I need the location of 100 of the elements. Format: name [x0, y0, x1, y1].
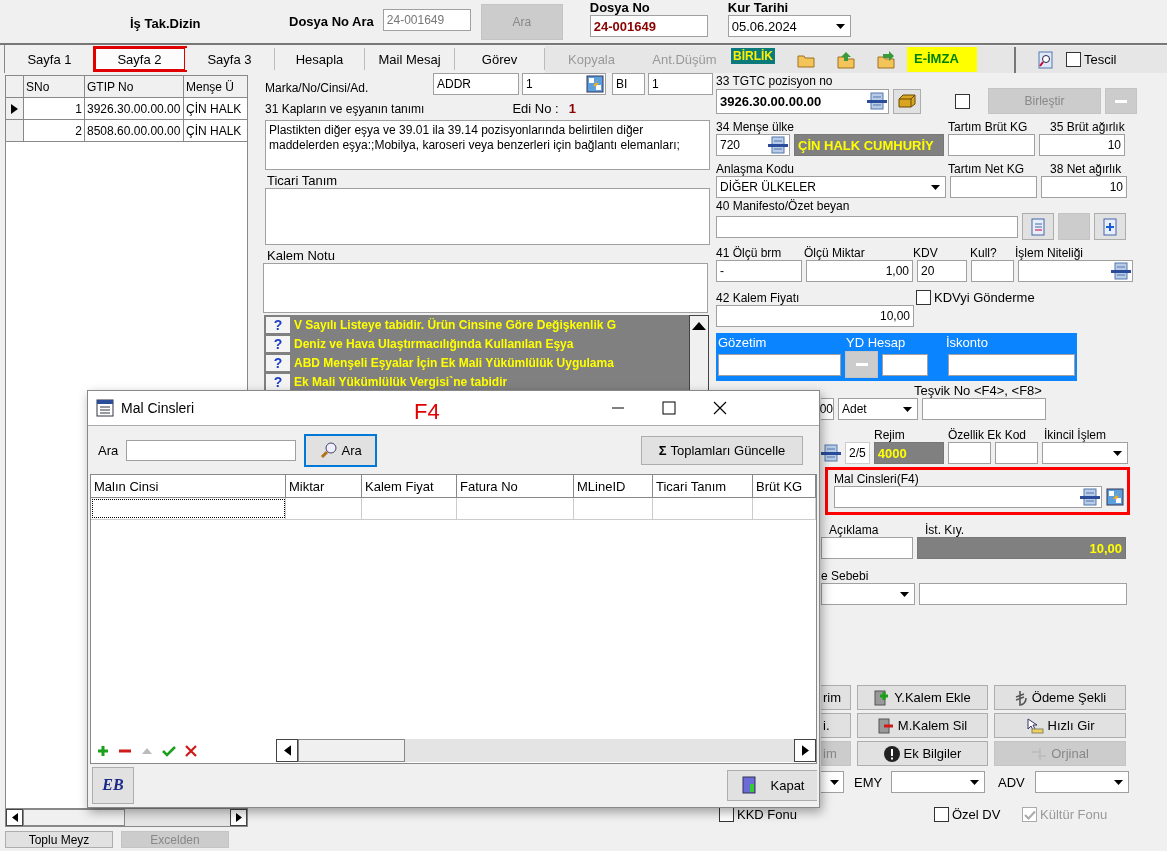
tab[interactable]: Sayfa 3: [185, 48, 275, 70]
scroll-right-arrow-icon[interactable]: [235, 813, 242, 822]
text-field[interactable]: 1: [648, 73, 713, 95]
dropdown-arrow-icon[interactable]: [900, 591, 909, 597]
tariff-code-field[interactable]: 3926.30.00.00.00: [716, 88, 889, 114]
list-icon[interactable]: [821, 444, 841, 462]
country-code-field[interactable]: 720: [716, 134, 790, 156]
dropdown-arrow-icon[interactable]: [931, 184, 940, 190]
scroll-left-arrow-icon[interactable]: [11, 813, 18, 822]
horizontal-scrollbar[interactable]: [6, 808, 247, 826]
net-weight-field[interactable]: 10: [1041, 176, 1127, 198]
column-header[interactable]: Ticari Tanım: [653, 475, 753, 497]
help-icon[interactable]: ?: [266, 335, 290, 352]
search-button[interactable]: Ara: [304, 433, 378, 467]
action-button[interactable]: Hızlı Gir: [994, 713, 1126, 738]
file-no-field[interactable]: 24-001649: [589, 15, 708, 37]
action-button[interactable]: rim: [821, 685, 851, 710]
add-document-button[interactable]: [1094, 213, 1126, 240]
explanation-field[interactable]: [821, 537, 913, 559]
extra-code-field[interactable]: [994, 442, 1038, 464]
incentive-field[interactable]: [922, 398, 1046, 420]
rate-date-dropdown[interactable]: 05.06.2024: [727, 15, 851, 37]
help-icon[interactable]: ?: [266, 373, 290, 390]
action-button[interactable]: M.Kalem Sil: [857, 713, 988, 738]
text-field[interactable]: BI: [612, 73, 645, 95]
column-header[interactable]: Fatura No: [457, 475, 574, 497]
e-signature-button[interactable]: E-İMZA: [907, 47, 977, 72]
yd-account-field[interactable]: [882, 353, 928, 376]
scroll-up-arrow-icon[interactable]: [692, 322, 706, 330]
text-field[interactable]: 1: [522, 73, 606, 95]
birlik-badge[interactable]: BİRLİK: [731, 48, 775, 64]
cancel-icon[interactable]: [185, 744, 197, 757]
discount-field[interactable]: [947, 353, 1075, 376]
net-scale-field[interactable]: [950, 176, 1037, 198]
action-button[interactable]: Y.Kalem Ekle: [857, 685, 988, 710]
file-search-field[interactable]: 24-001649: [382, 8, 471, 31]
scroll-right-arrow-icon[interactable]: [801, 745, 809, 756]
dropdown-arrow-icon[interactable]: [970, 779, 979, 785]
list-icon[interactable]: [1111, 262, 1131, 280]
help-icon[interactable]: ?: [266, 316, 290, 333]
checkbox[interactable]: [916, 290, 931, 305]
dropdown[interactable]: [821, 771, 844, 793]
gross-weight-field[interactable]: 10: [1039, 134, 1125, 156]
grid-action-button[interactable]: Toplu Meyz: [5, 831, 113, 848]
folder-arrow-icon[interactable]: [877, 50, 895, 69]
checkbox[interactable]: [1066, 52, 1081, 67]
dropdown-arrow-icon[interactable]: [1114, 779, 1123, 785]
item-price-field[interactable]: 10,00: [716, 305, 914, 327]
dropdown-arrow-icon[interactable]: [1112, 450, 1122, 456]
update-totals-button[interactable]: Σ Toplamları Güncelle: [641, 435, 803, 465]
column-header[interactable]: GTIP No: [85, 76, 184, 97]
used-field[interactable]: [971, 260, 1014, 282]
document-search-icon[interactable]: [1038, 50, 1054, 69]
close-icon[interactable]: [713, 401, 727, 415]
goods-kinds-field[interactable]: [834, 486, 1102, 508]
operation-field[interactable]: [1018, 260, 1133, 282]
box-button[interactable]: [893, 88, 921, 114]
action-button[interactable]: Ek Bilgiler: [857, 741, 988, 766]
check-icon[interactable]: [162, 744, 176, 757]
gross-scale-field[interactable]: [948, 134, 1035, 156]
checkbox[interactable]: [934, 807, 949, 822]
tab[interactable]: Sayfa 2: [95, 48, 185, 70]
surveillance-field[interactable]: [718, 353, 842, 376]
help-icon[interactable]: ?: [266, 354, 290, 371]
quantity-field[interactable]: 1,00: [806, 260, 913, 282]
column-header[interactable]: SNo: [24, 76, 85, 97]
vat-field[interactable]: 20: [917, 260, 967, 282]
logo-button[interactable]: EB: [92, 766, 134, 804]
column-header[interactable]: MLineID: [574, 475, 653, 497]
edit-icon[interactable]: [1106, 488, 1124, 506]
reason-dropdown[interactable]: [821, 583, 915, 605]
unit-dropdown[interactable]: Adet: [838, 398, 918, 420]
checkbox[interactable]: [955, 93, 970, 109]
search-field[interactable]: [126, 439, 297, 461]
column-header[interactable]: Malın Cinsi: [91, 475, 286, 497]
feature-field[interactable]: [947, 442, 991, 464]
unit-field[interactable]: -: [716, 260, 802, 282]
action-button[interactable]: Ödeme Şekli: [994, 685, 1126, 710]
dropdown-arrow-icon[interactable]: [830, 779, 839, 785]
column-header[interactable]: Brüt KG: [753, 475, 816, 497]
horizontal-scrollbar[interactable]: [276, 739, 816, 762]
agreement-dropdown[interactable]: DİĞER ÜLKELER: [716, 176, 946, 198]
dropdown-arrow-icon[interactable]: [835, 23, 845, 29]
text-field[interactable]: ADDR: [433, 73, 519, 95]
action-button[interactable]: i.: [821, 713, 851, 738]
list-icon[interactable]: [768, 136, 788, 154]
add-icon[interactable]: [97, 744, 109, 757]
row-indicator[interactable]: [6, 98, 24, 119]
focused-cell[interactable]: [91, 498, 286, 519]
column-header[interactable]: Miktar: [286, 475, 362, 497]
list-icon[interactable]: [867, 92, 887, 110]
column-header[interactable]: Menşe Ü: [184, 76, 247, 97]
manifest-field[interactable]: [716, 215, 1018, 238]
dropdown-arrow-icon[interactable]: [903, 406, 912, 412]
reason-field[interactable]: [919, 583, 1127, 605]
folder-upload-icon[interactable]: [837, 50, 855, 69]
maximize-icon[interactable]: [662, 401, 676, 415]
scroll-left-arrow-icon[interactable]: [283, 745, 291, 756]
commercial-text-area[interactable]: [265, 188, 710, 245]
column-header[interactable]: Kalem Fiyat: [362, 475, 457, 497]
